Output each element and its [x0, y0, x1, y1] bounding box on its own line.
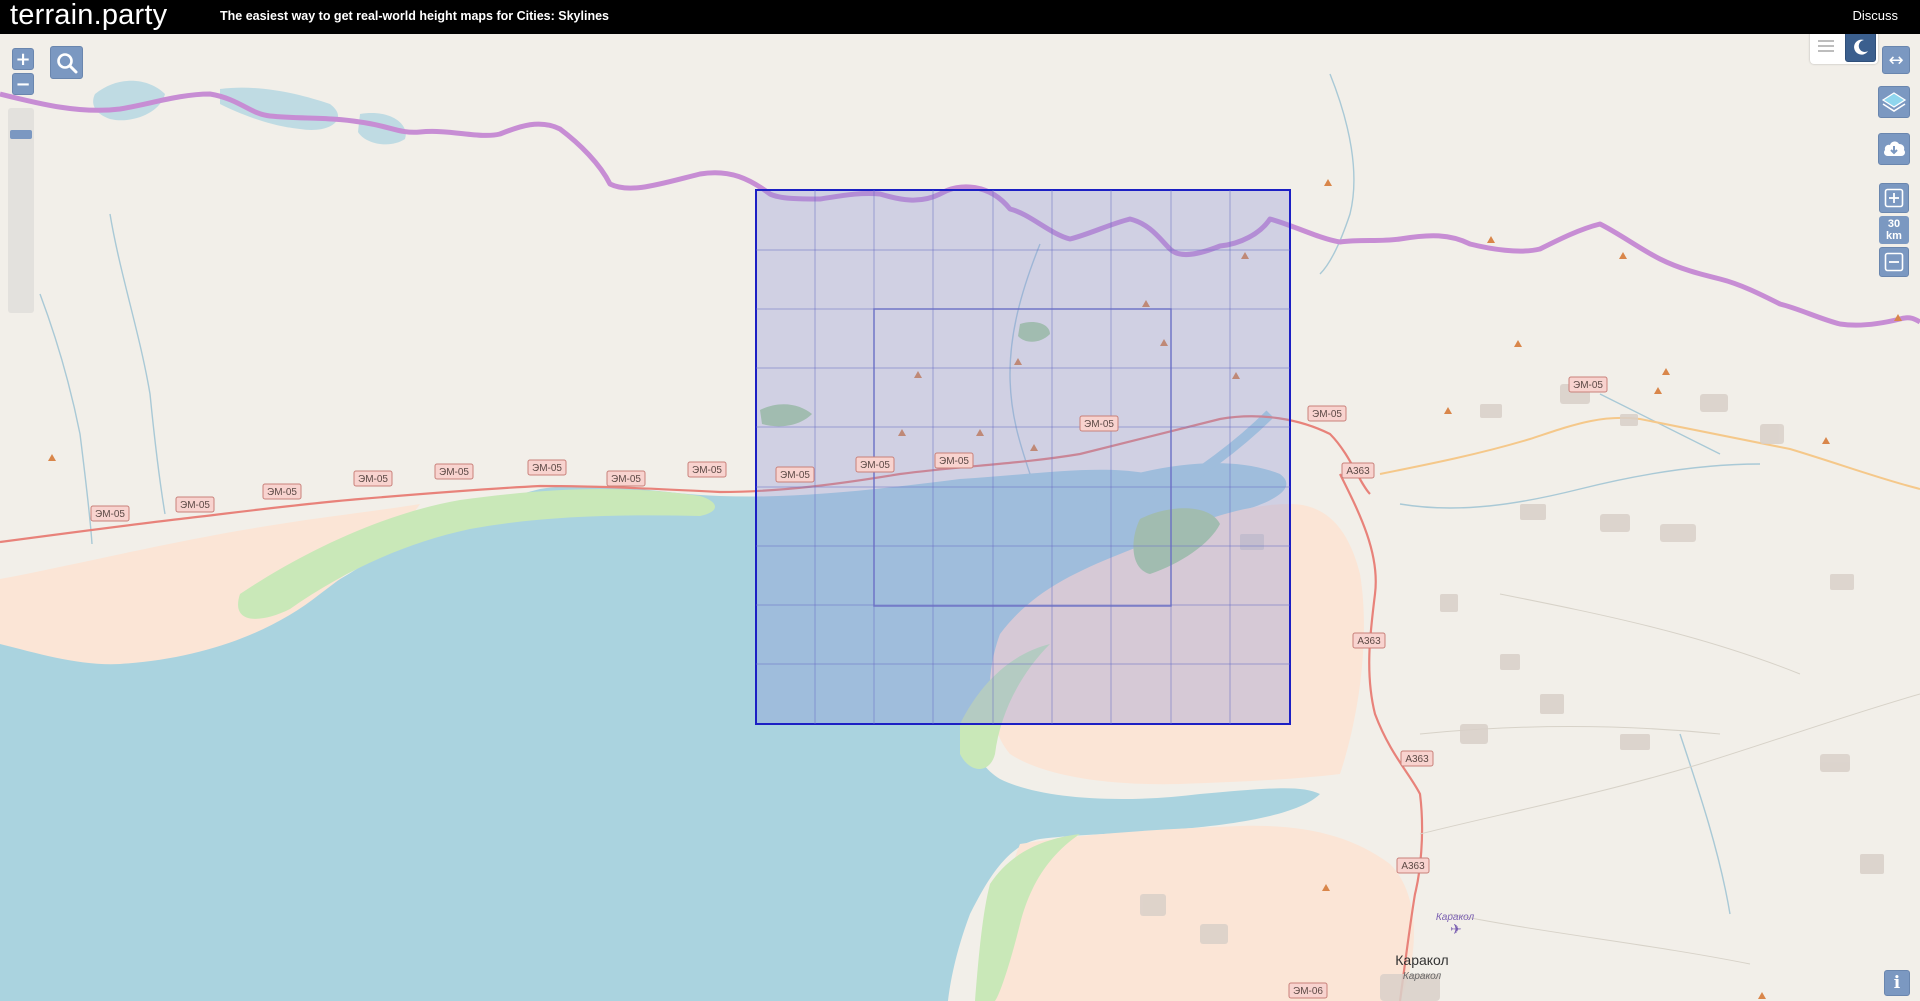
zoom-slider-thumb[interactable]: [10, 130, 32, 139]
cloud-download-icon: [1884, 141, 1905, 156]
minus-square-icon: [1884, 252, 1904, 272]
road-shield-label: ЭМ-05: [180, 500, 210, 511]
road-shield-label: ЭМ-05: [439, 467, 469, 478]
zoom-out-button[interactable]: −: [12, 73, 34, 95]
road-shield: ЭМ-05: [606, 470, 646, 487]
city-label-karakol[interactable]: Каракол Каракол: [1395, 952, 1448, 982]
enlarge-area-button[interactable]: [1879, 183, 1909, 213]
road-shield-label: A363: [1405, 754, 1429, 765]
search-button[interactable]: [50, 46, 83, 79]
road-shield-label: ЭМ-05: [939, 456, 969, 467]
map-canvas[interactable]: ЭМ-05 ЭМ-05 ЭМ-05 ЭМ-05 ЭМ-05 ЭМ-05 ЭМ-0…: [0, 34, 1920, 1001]
road-shield-label: ЭМ-05: [95, 509, 125, 520]
discuss-link[interactable]: Discuss: [1852, 8, 1898, 23]
info-button[interactable]: i: [1884, 970, 1910, 996]
airplane-icon: ✈: [1450, 922, 1462, 938]
zoom-in-button[interactable]: +: [12, 48, 34, 70]
scale-value: 30: [1887, 218, 1901, 230]
road-shield: A363: [1396, 857, 1430, 874]
road-shield-label: ЭМ-05: [267, 487, 297, 498]
download-heightmap-button[interactable]: [1878, 133, 1910, 165]
shrink-area-button[interactable]: [1879, 247, 1909, 277]
city-subname: Каракол: [1403, 971, 1442, 982]
road-shield: ЭМ-05: [434, 463, 474, 480]
hamburger-button[interactable]: [1812, 32, 1840, 60]
hamburger-icon: [1818, 40, 1834, 52]
resize-toggle-button[interactable]: ↔: [1882, 46, 1910, 74]
road-shield: ЭМ-05: [1079, 415, 1119, 432]
road-shield-label: ЭМ-05: [860, 460, 890, 471]
selection-box[interactable]: [755, 189, 1291, 725]
road-shield: A363: [1341, 462, 1375, 479]
road-shield: ЭМ-05: [775, 466, 815, 483]
site-logo[interactable]: terrain.party: [10, 0, 167, 30]
road-shield-label: ЭМ-05: [692, 465, 722, 476]
header-bar: terrain.party The easiest way to get rea…: [0, 0, 1920, 34]
road-shield-label: ЭМ-05: [1312, 409, 1342, 420]
road-shield: ЭМ-05: [1307, 405, 1347, 422]
area-size-indicator: 30 km: [1879, 216, 1909, 244]
road-shield-label: ЭМ-05: [611, 474, 641, 485]
road-shield: ЭМ-05: [934, 452, 974, 469]
layers-icon: [1881, 92, 1907, 112]
road-shield-label: ЭМ-05: [532, 463, 562, 474]
road-shield: ЭМ-05: [175, 496, 215, 513]
road-shield: A363: [1352, 632, 1386, 649]
layers-button[interactable]: [1878, 86, 1910, 118]
road-shield-label: ЭМ-05: [1573, 380, 1603, 391]
road-shield: A363: [1400, 750, 1434, 767]
road-shield: ЭМ-06: [1288, 982, 1328, 999]
road-shield-label: ЭМ-05: [1084, 419, 1114, 430]
road-shield-label: A363: [1401, 861, 1425, 872]
moon-icon: [1853, 39, 1868, 55]
scale-unit: km: [1886, 230, 1902, 242]
road-shield: ЭМ-05: [90, 505, 130, 522]
road-shield: ЭМ-05: [353, 470, 393, 487]
road-shield: ЭМ-05: [262, 483, 302, 500]
plus-square-icon: [1884, 188, 1904, 208]
tagline: The easiest way to get real-world height…: [220, 9, 609, 23]
road-shield-label: A363: [1357, 636, 1381, 647]
city-name: Каракол: [1395, 952, 1448, 968]
night-mode-button[interactable]: [1845, 31, 1876, 62]
road-shield: ЭМ-05: [687, 461, 727, 478]
road-shield: ЭМ-05: [1568, 376, 1608, 393]
road-shield-label: A363: [1346, 466, 1370, 477]
road-shield: ЭМ-05: [855, 456, 895, 473]
road-shield-label: ЭМ-05: [780, 470, 810, 481]
road-shield-label: ЭМ-05: [358, 474, 388, 485]
road-shield-label: ЭМ-06: [1293, 986, 1323, 997]
map-svg: ЭМ-05 ЭМ-05 ЭМ-05 ЭМ-05 ЭМ-05 ЭМ-05 ЭМ-0…: [0, 34, 1920, 1001]
search-icon: [56, 52, 77, 73]
road-shield: ЭМ-05: [527, 459, 567, 476]
